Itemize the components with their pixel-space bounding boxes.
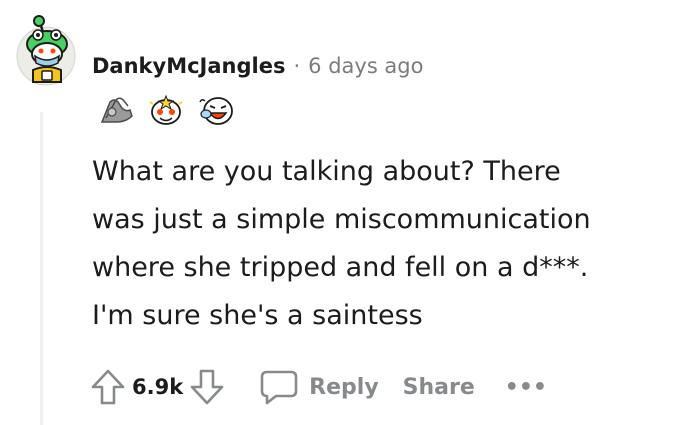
username-link[interactable]: DankyMcJangles — [92, 54, 285, 78]
share-button[interactable]: Share — [395, 365, 483, 409]
vote-score: 6.9k — [132, 375, 184, 399]
reply-label: Reply — [309, 374, 379, 400]
timestamp-link[interactable]: 6 days ago — [308, 54, 423, 78]
reply-button[interactable]: Reply — [251, 365, 387, 409]
upvote-button[interactable] — [86, 365, 130, 409]
comment-text-line: where she tripped and fell on a d***. — [92, 252, 589, 283]
hands-award-icon[interactable] — [96, 92, 136, 128]
snoo-avatar-icon — [16, 15, 76, 86]
avatar[interactable] — [14, 14, 78, 86]
thread-line[interactable] — [40, 112, 43, 425]
awards-row[interactable] — [96, 92, 236, 128]
laughing-award-icon[interactable] — [196, 92, 236, 128]
comment-actions: 6.9k Reply Share ••• — [86, 364, 555, 410]
downvote-arrow-icon — [190, 369, 224, 405]
comment-meta: DankyMcJangles · 6 days ago — [92, 50, 423, 82]
downvote-button[interactable] — [185, 365, 229, 409]
upvote-arrow-icon — [91, 369, 125, 405]
starstruck-award-icon[interactable] — [146, 92, 186, 128]
meta-separator: · — [293, 54, 301, 78]
comment-bubble-icon — [260, 370, 298, 405]
more-options-button[interactable]: ••• — [497, 365, 555, 409]
more-options-icon: ••• — [504, 374, 547, 400]
comment-text-line: was just a simple miscommunication — [92, 204, 591, 235]
comment-text-line: What are you talking about? There — [92, 156, 561, 187]
comment-body: What are you talking about? There was ju… — [92, 148, 692, 340]
comment-text-line: I'm sure she's a saintess — [92, 300, 423, 331]
share-label: Share — [402, 374, 475, 400]
